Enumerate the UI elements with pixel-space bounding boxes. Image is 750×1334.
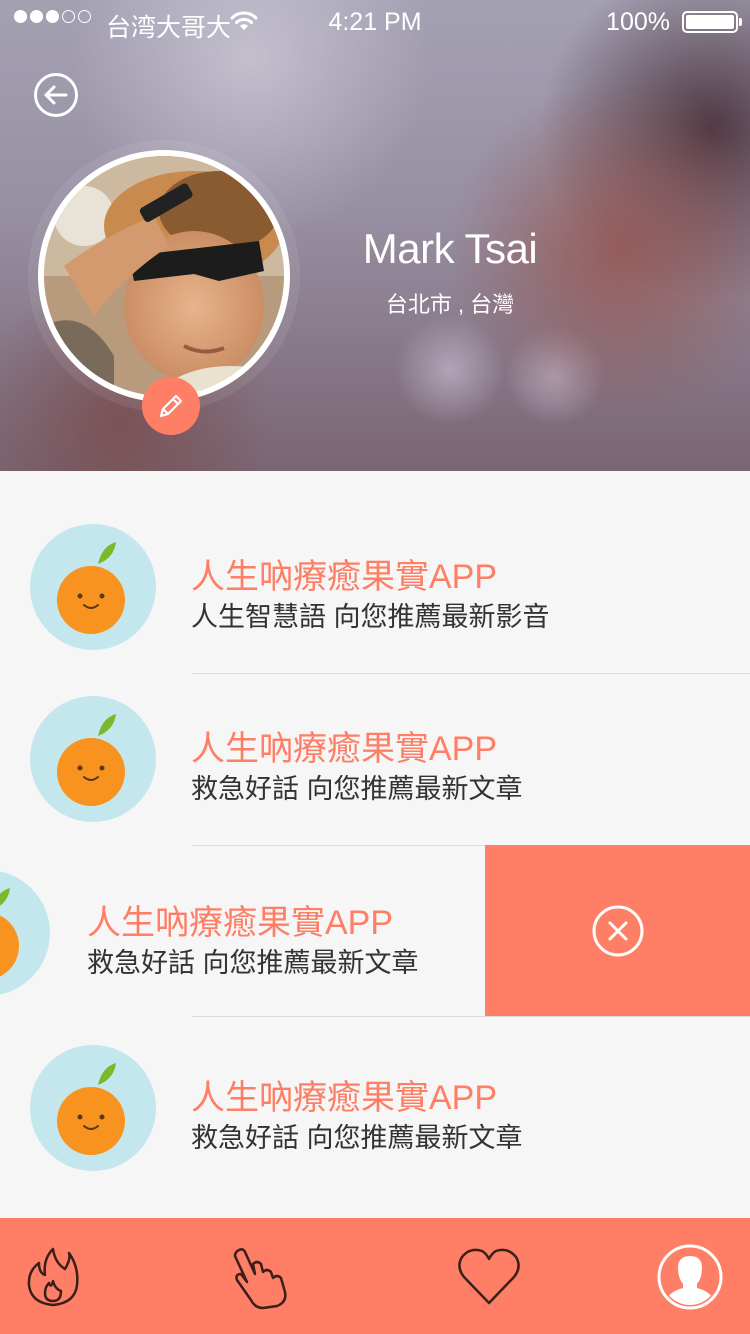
status-bar: 台湾大哥大 4:21 PM 100%: [0, 0, 750, 44]
pointing-hand-icon: [233, 1248, 287, 1310]
battery-percent: 100%: [606, 8, 670, 36]
list-item[interactable]: 人生吶療癒果實APP 救急好話 向您推薦最新文章: [0, 643, 750, 822]
edit-avatar-button[interactable]: [142, 377, 200, 435]
item-title: 人生吶療癒果實APP: [191, 730, 498, 768]
profile-header: 台湾大哥大 4:21 PM 100% Mark Tsai 台北市 , 台灣: [0, 0, 750, 471]
tab-bar: [0, 1218, 750, 1334]
avatar-photo: [44, 156, 284, 396]
delete-button[interactable]: [485, 845, 750, 1016]
tab-profile[interactable]: [655, 1242, 725, 1312]
item-title: 人生吶療癒果實APP: [191, 558, 498, 596]
tab-tap[interactable]: [226, 1242, 296, 1312]
tab-hot[interactable]: [18, 1242, 88, 1312]
orange-fruit-icon: [30, 696, 156, 822]
heart-icon: [458, 1248, 520, 1305]
orange-fruit-icon: [30, 524, 156, 650]
item-subtitle: 救急好話 向您推薦最新文章: [191, 774, 523, 804]
arrow-left-icon: [44, 85, 68, 105]
item-title: 人生吶療癒果實APP: [87, 904, 394, 942]
tab-favorites[interactable]: [454, 1242, 524, 1312]
pencil-icon: [159, 394, 183, 418]
back-button[interactable]: [34, 73, 78, 117]
close-circle-icon: [592, 905, 643, 956]
battery-icon: [682, 11, 742, 33]
orange-fruit-icon: [30, 1045, 156, 1171]
list-item[interactable]: 人生吶療癒果實APP 人生智慧語 向您推薦最新影音: [0, 471, 750, 650]
profile-icon: [657, 1244, 723, 1310]
profile-name: Mark Tsai: [362, 225, 538, 272]
recommendation-list: 人生吶療癒果實APP 人生智慧語 向您推薦最新影音 人生吶療癒果實APP 救急好…: [0, 471, 750, 1218]
list-item[interactable]: 人生吶療癒果實APP 救急好話 向您推薦最新文章: [0, 992, 750, 1171]
flame-icon: [27, 1247, 79, 1307]
item-subtitle: 救急好話 向您推薦最新文章: [87, 948, 419, 978]
avatar: [38, 150, 290, 402]
item-subtitle: 救急好話 向您推薦最新文章: [191, 1123, 523, 1153]
profile-location: 台北市 , 台灣: [385, 292, 515, 317]
item-title: 人生吶療癒果實APP: [191, 1079, 498, 1117]
item-subtitle: 人生智慧語 向您推薦最新影音: [191, 602, 550, 632]
orange-fruit-icon: [0, 870, 50, 996]
